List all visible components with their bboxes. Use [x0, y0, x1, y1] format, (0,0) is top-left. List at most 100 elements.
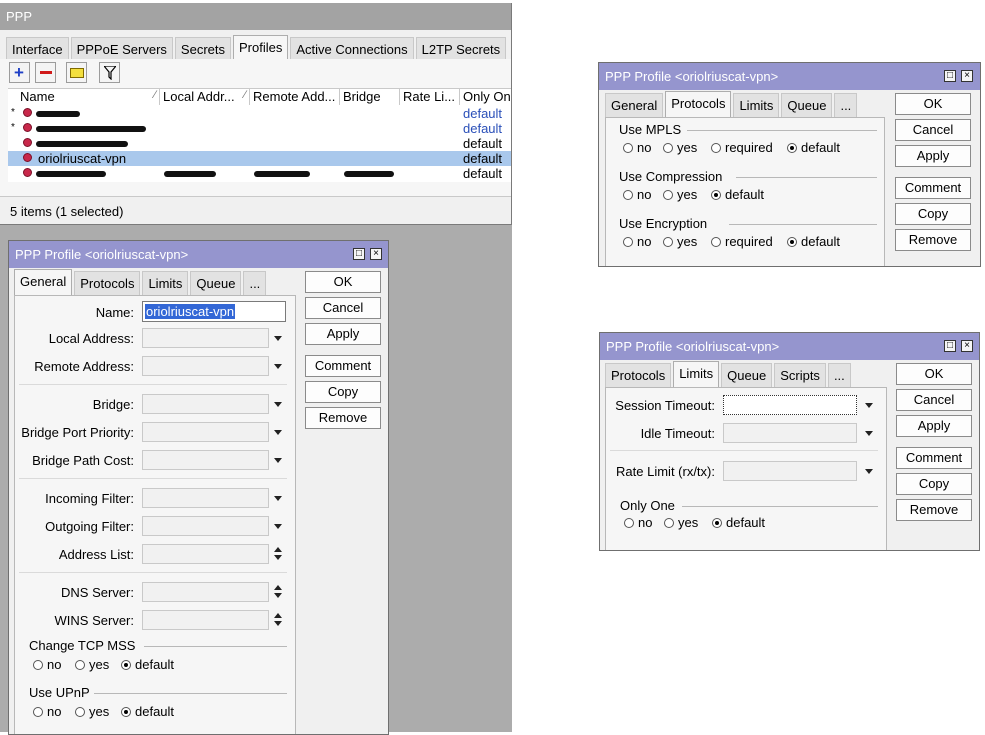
radio-no[interactable]: no [33, 704, 61, 719]
tab-limits[interactable]: Limits [733, 93, 780, 117]
tab-secrets[interactable]: Secrets [174, 37, 231, 61]
cancel-button[interactable]: Cancel [896, 389, 972, 411]
tab-protocols[interactable]: Protocols [74, 271, 141, 295]
tab-more[interactable]: ... [243, 271, 267, 295]
table-row[interactable]: default [8, 166, 511, 181]
close-icon[interactable]: × [370, 248, 382, 260]
field-input[interactable] [142, 516, 269, 536]
radio-required[interactable]: required [711, 140, 773, 155]
dropdown-arrow-icon[interactable] [274, 496, 282, 501]
tab-more[interactable]: ... [834, 93, 858, 117]
remove-button[interactable] [35, 62, 56, 83]
radio-yes[interactable]: yes [75, 704, 109, 719]
table-row[interactable]: * default [8, 106, 511, 121]
close-icon[interactable]: × [961, 70, 973, 82]
col-only-one[interactable]: Only One [460, 88, 511, 105]
dialog-general-titlebar[interactable]: PPP Profile <oriolriuscat-vpn> □ × [9, 241, 388, 268]
tab-l2tp-secrets[interactable]: L2TP Secrets [415, 37, 507, 61]
name-field[interactable]: oriolriuscat-vpn [142, 301, 286, 322]
radio-no[interactable]: no [623, 187, 651, 202]
radio-yes[interactable]: yes [663, 234, 697, 249]
dropdown-arrow-icon[interactable] [274, 336, 282, 341]
field-input[interactable] [142, 450, 269, 470]
rate-limit-field[interactable] [723, 461, 857, 481]
comment-button[interactable]: Comment [895, 177, 971, 199]
col-rate-limit[interactable]: Rate Li... [400, 88, 460, 105]
radio-default[interactable]: default [711, 187, 764, 202]
radio-default[interactable]: default [121, 657, 174, 672]
tab-limits[interactable]: Limits [142, 271, 189, 295]
ok-button[interactable]: OK [895, 93, 971, 115]
dropdown-arrow-icon[interactable] [274, 364, 282, 369]
apply-button[interactable]: Apply [896, 415, 972, 437]
tab-protocols[interactable]: Protocols [665, 91, 732, 117]
comment-button[interactable]: Comment [896, 447, 972, 469]
tab-general[interactable]: General [14, 269, 73, 295]
col-bridge[interactable]: Bridge [340, 88, 400, 105]
apply-button[interactable]: Apply [305, 323, 381, 345]
dialog-protocols-titlebar[interactable]: PPP Profile <oriolriuscat-vpn> □ × [599, 63, 980, 90]
idle-timeout-field[interactable] [723, 423, 857, 443]
comment-button[interactable]: Comment [305, 355, 381, 377]
table-row[interactable]: default [8, 136, 511, 151]
dropdown-arrow-icon[interactable] [865, 469, 873, 474]
remove-button[interactable]: Remove [895, 229, 971, 251]
tab-profiles[interactable]: Profiles [233, 35, 289, 61]
ok-button[interactable]: OK [305, 271, 381, 293]
minimize-icon[interactable]: □ [353, 248, 365, 260]
ppp-window-titlebar[interactable]: PPP [0, 3, 511, 30]
field-input[interactable] [142, 422, 269, 442]
radio-no[interactable]: no [33, 657, 61, 672]
tab-general[interactable]: General [605, 93, 664, 117]
ok-button[interactable]: OK [896, 363, 972, 385]
field-input[interactable] [142, 356, 269, 376]
col-remote-address[interactable]: Remote Add... [250, 88, 340, 105]
dropdown-arrow-icon[interactable] [274, 402, 282, 407]
cancel-button[interactable]: Cancel [895, 119, 971, 141]
dialog-limits-titlebar[interactable]: PPP Profile <oriolriuscat-vpn> □ × [600, 333, 979, 360]
col-name[interactable]: Name ∕ [8, 88, 160, 105]
field-input[interactable] [142, 610, 269, 630]
radio-default[interactable]: default [712, 515, 765, 530]
col-local-address[interactable]: Local Addr... ∕ [160, 88, 250, 105]
field-input[interactable] [142, 328, 269, 348]
field-input[interactable] [142, 582, 269, 602]
comment-button[interactable] [66, 62, 87, 83]
dropdown-arrow-icon[interactable] [865, 403, 873, 408]
radio-no[interactable]: no [623, 234, 651, 249]
radio-yes[interactable]: yes [664, 515, 698, 530]
tab-protocols[interactable]: Protocols [605, 363, 672, 387]
cancel-button[interactable]: Cancel [305, 297, 381, 319]
tab-queue[interactable]: Queue [190, 271, 242, 295]
minimize-icon[interactable]: □ [944, 340, 956, 352]
copy-button[interactable]: Copy [896, 473, 972, 495]
session-timeout-field[interactable] [723, 395, 857, 415]
dropdown-arrow-icon[interactable] [865, 431, 873, 436]
filter-button[interactable] [99, 62, 120, 83]
remove-button[interactable]: Remove [305, 407, 381, 429]
tab-active-connections[interactable]: Active Connections [290, 37, 414, 61]
copy-button[interactable]: Copy [305, 381, 381, 403]
radio-yes[interactable]: yes [663, 140, 697, 155]
radio-yes[interactable]: yes [75, 657, 109, 672]
tab-pppoe-servers[interactable]: PPPoE Servers [70, 37, 173, 61]
tab-queue[interactable]: Queue [721, 363, 773, 387]
tab-limits[interactable]: Limits [673, 361, 720, 387]
add-button[interactable]: + [9, 62, 30, 83]
field-input[interactable] [142, 544, 269, 564]
copy-button[interactable]: Copy [895, 203, 971, 225]
spinner-icon[interactable] [274, 613, 282, 627]
field-input[interactable] [142, 394, 269, 414]
radio-default[interactable]: default [787, 140, 840, 155]
radio-default[interactable]: default [121, 704, 174, 719]
dropdown-arrow-icon[interactable] [274, 524, 282, 529]
close-icon[interactable]: × [961, 340, 973, 352]
remove-button[interactable]: Remove [896, 499, 972, 521]
radio-required[interactable]: required [711, 234, 773, 249]
tab-interface[interactable]: Interface [6, 37, 69, 61]
dropdown-arrow-icon[interactable] [274, 458, 282, 463]
field-input[interactable] [142, 488, 269, 508]
radio-no[interactable]: no [624, 515, 652, 530]
spinner-icon[interactable] [274, 547, 282, 561]
radio-default[interactable]: default [787, 234, 840, 249]
